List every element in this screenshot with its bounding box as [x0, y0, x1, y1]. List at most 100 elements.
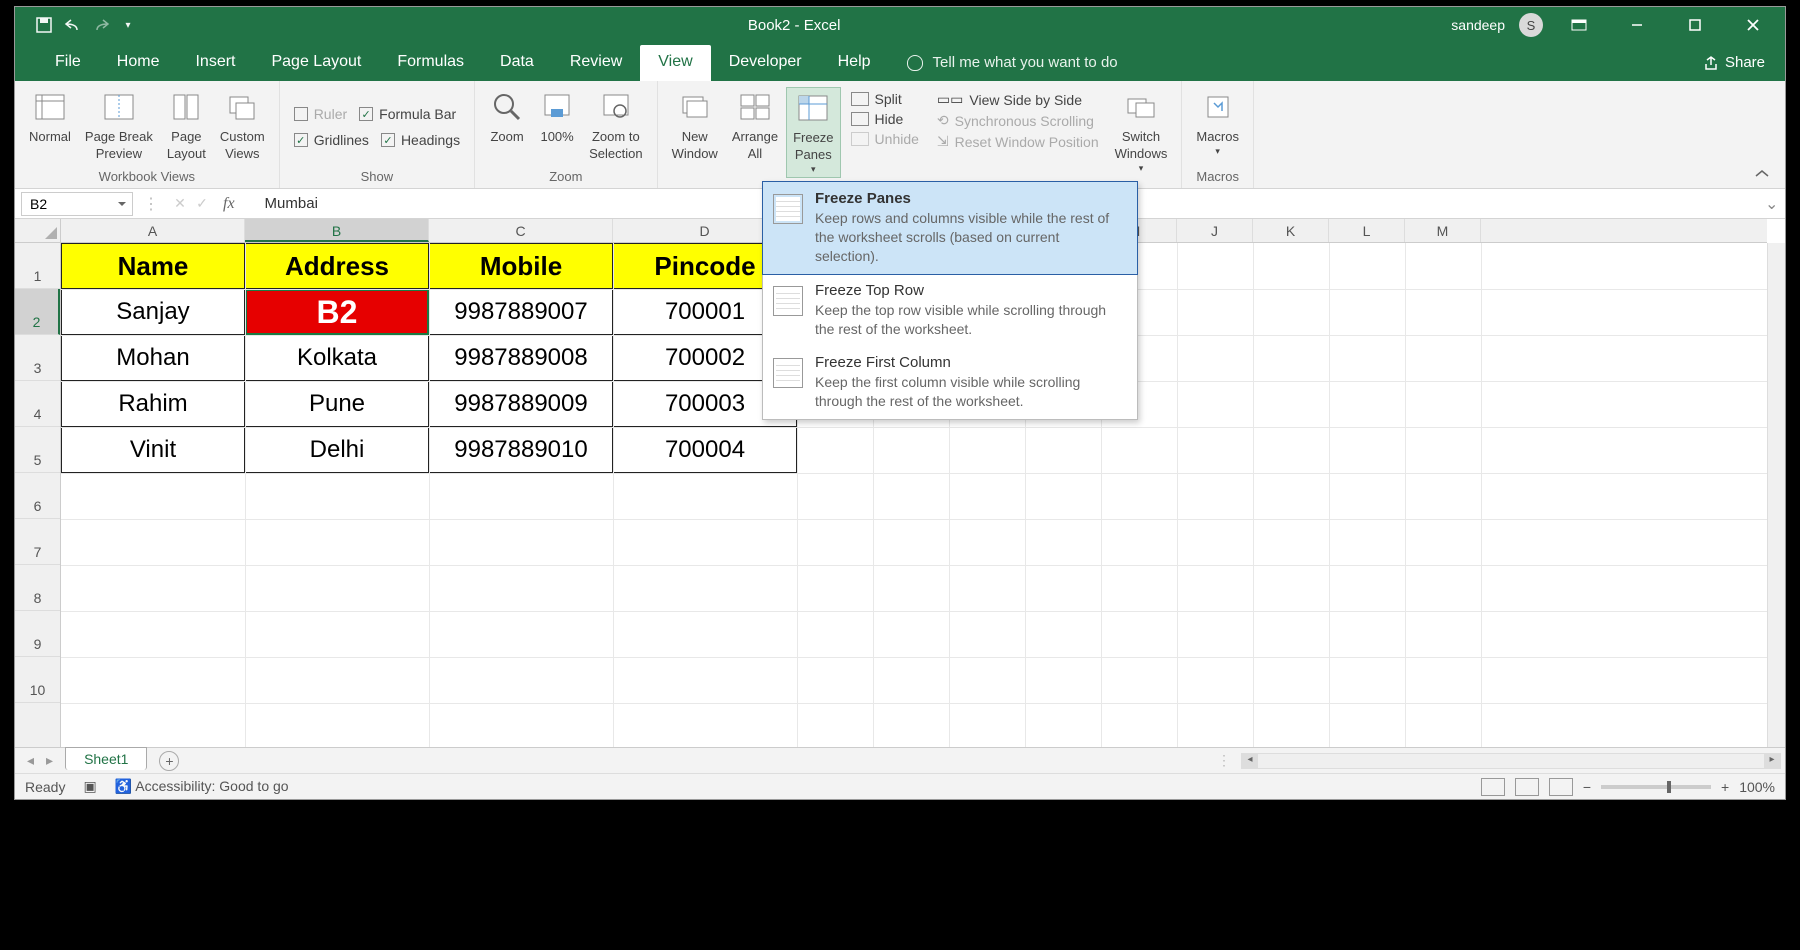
macro-record-icon[interactable]: ▣: [83, 778, 96, 795]
table-cell[interactable]: 9987889007: [429, 289, 613, 335]
table-cell[interactable]: Pune: [245, 381, 429, 427]
vertical-scrollbar[interactable]: [1767, 243, 1785, 747]
column-header[interactable]: C: [429, 219, 613, 242]
row-header[interactable]: 1: [15, 243, 60, 289]
row-header[interactable]: 3: [15, 335, 60, 381]
column-header[interactable]: K: [1253, 219, 1329, 242]
sheet-nav-prev-icon[interactable]: ◂: [15, 752, 46, 769]
table-cell[interactable]: Delhi: [245, 427, 429, 473]
tab-view[interactable]: View: [640, 45, 710, 81]
zoom-selection-button[interactable]: Zoom to Selection: [583, 87, 648, 165]
sheet-nav-next-icon[interactable]: ▸: [46, 752, 65, 769]
tab-developer[interactable]: Developer: [711, 45, 820, 81]
row-header[interactable]: 4: [15, 381, 60, 427]
row-header[interactable]: 10: [15, 657, 60, 703]
row-header[interactable]: 5: [15, 427, 60, 473]
share-button[interactable]: Share: [1703, 54, 1765, 81]
tab-formulas[interactable]: Formulas: [379, 45, 482, 81]
tell-me-search[interactable]: Tell me what you want to do: [907, 54, 1118, 81]
table-cell[interactable]: Mohan: [61, 335, 245, 381]
zoom-in-button[interactable]: +: [1721, 779, 1729, 795]
split-button[interactable]: Split: [851, 91, 919, 107]
cancel-formula-icon[interactable]: ✕: [169, 195, 191, 212]
row-header[interactable]: 9: [15, 611, 60, 657]
add-sheet-button[interactable]: +: [159, 751, 179, 771]
row-header[interactable]: 7: [15, 519, 60, 565]
close-icon[interactable]: [1731, 7, 1775, 43]
row-header[interactable]: 8: [15, 565, 60, 611]
table-cell[interactable]: Kolkata: [245, 335, 429, 381]
page-layout-view-icon[interactable]: [1515, 778, 1539, 796]
column-header[interactable]: B: [245, 219, 429, 242]
new-window-button[interactable]: New Window: [666, 87, 724, 165]
table-cell[interactable]: B2: [245, 289, 429, 335]
table-cell[interactable]: 700004: [613, 427, 797, 473]
avatar[interactable]: S: [1519, 13, 1543, 37]
table-cell[interactable]: Sanjay: [61, 289, 245, 335]
zoom-out-button[interactable]: −: [1583, 779, 1591, 795]
table-cell[interactable]: 9987889008: [429, 335, 613, 381]
tab-insert[interactable]: Insert: [177, 45, 253, 81]
column-header[interactable]: L: [1329, 219, 1405, 242]
row-header[interactable]: 2: [15, 289, 60, 335]
zoom-slider[interactable]: [1601, 785, 1711, 789]
view-side-by-side-button[interactable]: ▭▭View Side by Side: [937, 91, 1099, 108]
table-header-cell[interactable]: Mobile: [429, 243, 613, 289]
tab-home[interactable]: Home: [99, 45, 178, 81]
sheet-tab-sheet1[interactable]: Sheet1: [65, 747, 147, 770]
checkbox-icon: ✓: [381, 133, 395, 147]
table-cell[interactable]: Vinit: [61, 427, 245, 473]
normal-view-icon[interactable]: [1481, 778, 1505, 796]
ribbon-display-icon[interactable]: [1557, 7, 1601, 43]
freeze-first-column-option[interactable]: Freeze First Column Keep the first colum…: [763, 346, 1137, 419]
column-header[interactable]: A: [61, 219, 245, 242]
column-header[interactable]: J: [1177, 219, 1253, 242]
ruler-checkbox[interactable]: Ruler: [294, 106, 347, 122]
switch-windows-button[interactable]: Switch Windows▾: [1109, 87, 1174, 176]
gridlines-checkbox[interactable]: ✓Gridlines: [294, 132, 369, 148]
column-header[interactable]: M: [1405, 219, 1481, 242]
formula-bar-checkbox[interactable]: ✓Formula Bar: [359, 106, 456, 122]
tab-help[interactable]: Help: [820, 45, 889, 81]
freeze-panes-option[interactable]: Freeze Panes Keep rows and columns visib…: [762, 181, 1138, 275]
minimize-icon[interactable]: [1615, 7, 1659, 43]
page-break-view-icon[interactable]: [1549, 778, 1573, 796]
tab-data[interactable]: Data: [482, 45, 552, 81]
zoom-button[interactable]: Zoom: [483, 87, 531, 148]
normal-view-button[interactable]: Normal: [23, 87, 77, 148]
custom-views-button[interactable]: Custom Views: [214, 87, 271, 165]
select-all-button[interactable]: [15, 219, 61, 243]
table-header-cell[interactable]: Name: [61, 243, 245, 289]
tab-page-layout[interactable]: Page Layout: [253, 45, 379, 81]
redo-icon[interactable]: [91, 16, 109, 34]
zoom-level[interactable]: 100%: [1739, 779, 1775, 795]
table-cell[interactable]: Rahim: [61, 381, 245, 427]
page-layout-button[interactable]: Page Layout: [161, 87, 212, 165]
expand-formula-bar-icon[interactable]: ⌄: [1765, 194, 1785, 214]
table-cell[interactable]: 9987889009: [429, 381, 613, 427]
undo-icon[interactable]: [63, 16, 81, 34]
freeze-panes-button[interactable]: Freeze Panes▾: [786, 87, 840, 178]
horizontal-scrollbar[interactable]: ⋮ ◂▸: [179, 752, 1785, 769]
name-box[interactable]: B2: [21, 192, 133, 216]
tab-review[interactable]: Review: [552, 45, 640, 81]
row-headers: 12345678910: [15, 243, 61, 747]
qat-dropdown-icon[interactable]: ▾: [119, 16, 137, 34]
hide-button[interactable]: Hide: [851, 111, 919, 127]
table-header-cell[interactable]: Address: [245, 243, 429, 289]
freeze-top-row-option[interactable]: Freeze Top Row Keep the top row visible …: [763, 274, 1137, 347]
fx-icon[interactable]: fx: [223, 195, 235, 213]
accessibility-status[interactable]: ♿ Accessibility: Good to go: [115, 778, 289, 795]
headings-checkbox[interactable]: ✓Headings: [381, 132, 460, 148]
table-cell[interactable]: 9987889010: [429, 427, 613, 473]
save-icon[interactable]: [35, 16, 53, 34]
arrange-all-button[interactable]: Arrange All: [726, 87, 784, 165]
enter-formula-icon[interactable]: ✓: [191, 195, 213, 212]
macros-button[interactable]: Macros▾: [1190, 87, 1245, 160]
page-break-button[interactable]: Page Break Preview: [79, 87, 159, 165]
maximize-icon[interactable]: [1673, 7, 1717, 43]
zoom-100-button[interactable]: 100%: [533, 87, 581, 148]
tab-file[interactable]: File: [37, 45, 99, 81]
row-header[interactable]: 6: [15, 473, 60, 519]
collapse-ribbon-icon[interactable]: [1753, 168, 1773, 182]
